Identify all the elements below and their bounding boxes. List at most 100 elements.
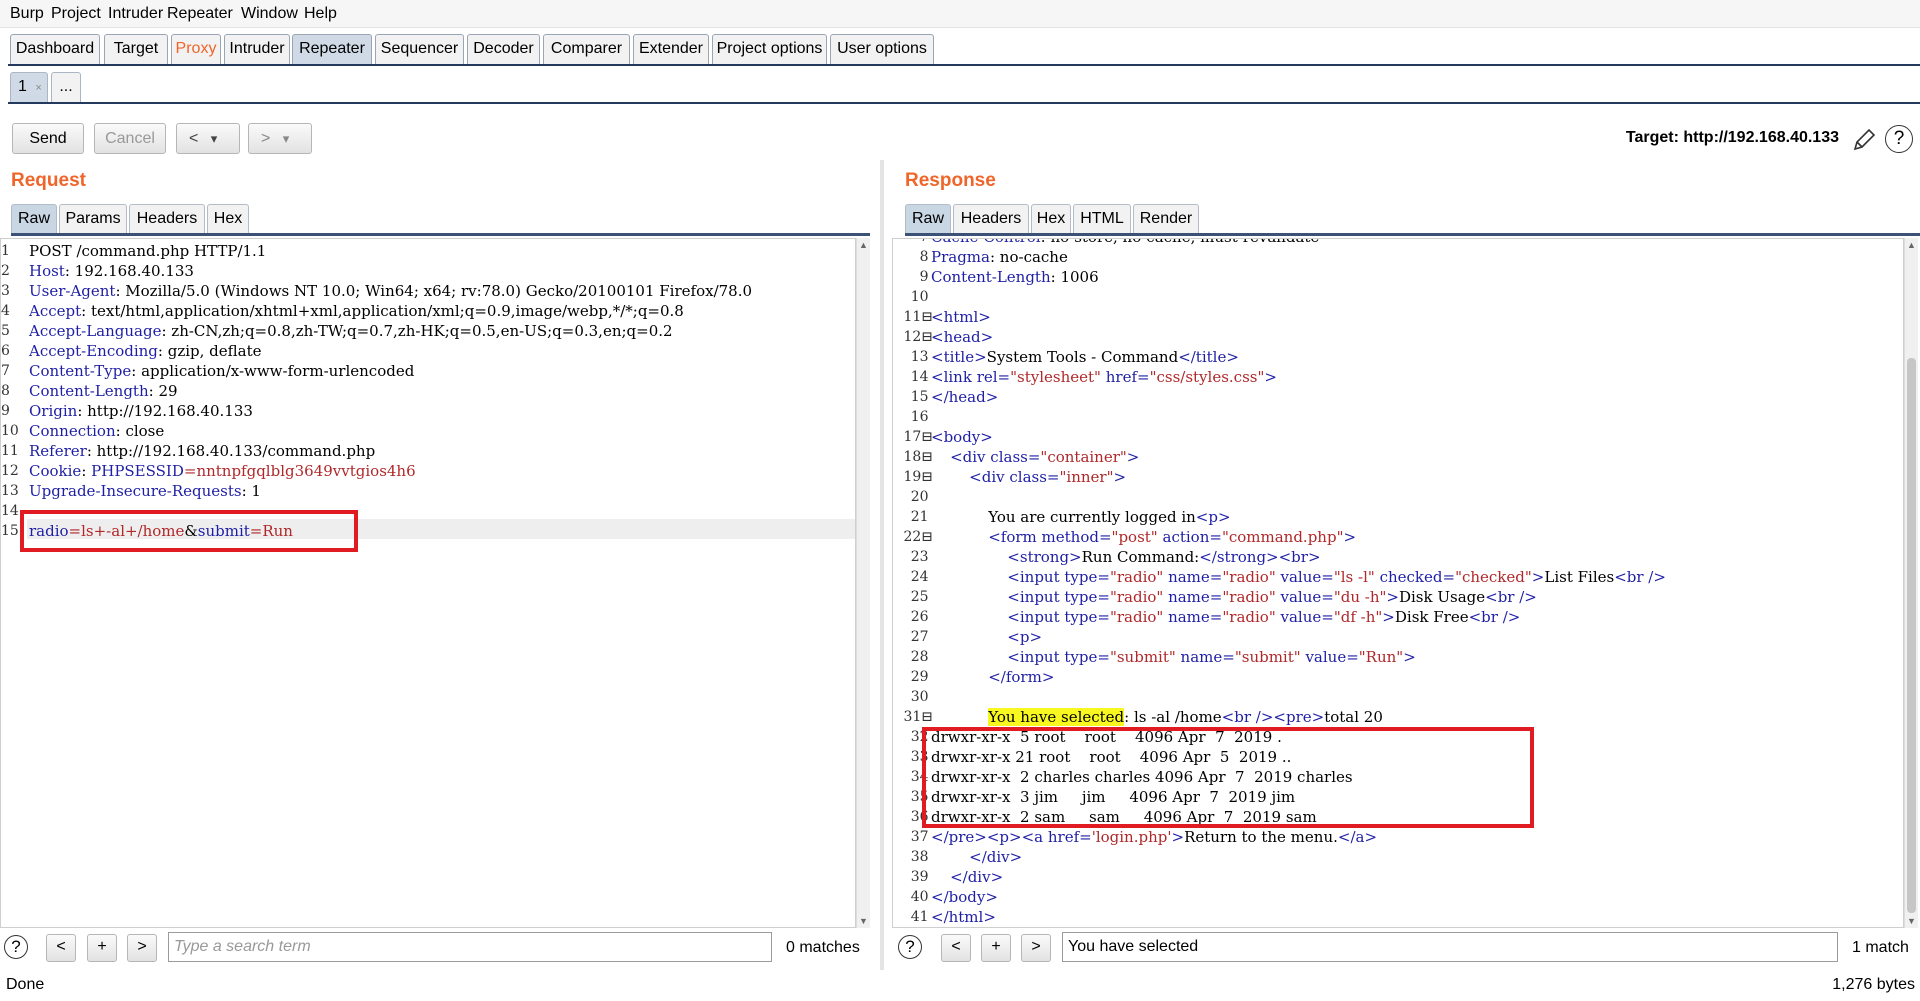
response-tab-headers[interactable]: Headers	[953, 204, 1029, 234]
chevron-down-icon[interactable]: ▾	[283, 131, 290, 146]
code-token: value	[1280, 568, 1322, 586]
code-token: Return to the menu.	[1184, 828, 1338, 846]
response-highlight-box	[922, 727, 1534, 828]
menu-help[interactable]: Help	[304, 5, 337, 23]
scroll-up-icon[interactable]: ▲	[859, 240, 868, 250]
response-tab-render[interactable]: Render	[1133, 204, 1199, 234]
request-tab-underline	[11, 233, 870, 236]
request-search-prev-button[interactable]: <	[46, 934, 76, 962]
request-editor[interactable]: 1 2 3 4 5 6 7 8 9 10 11 12 13 14 15 POST /command.php …	[0, 238, 856, 928]
tab-sequencer[interactable]: Sequencer	[375, 34, 464, 64]
tab-intruder[interactable]: Intruder	[224, 34, 290, 64]
tab-dashboard[interactable]: Dashboard	[10, 34, 100, 64]
repeater-tab-1[interactable]: 1 ×	[10, 72, 48, 102]
line-number: 5	[1, 323, 10, 339]
line-number: 23	[910, 549, 933, 565]
back-button[interactable]: < ▾	[176, 123, 240, 154]
line-number: 6	[1, 343, 10, 359]
code-line: Accept-Encoding: gzip, deflate	[29, 341, 752, 361]
code-token: value	[1280, 588, 1322, 606]
pane-divider[interactable]	[880, 160, 884, 970]
code-token: href	[1105, 368, 1137, 386]
code-token: "radio"	[1222, 568, 1276, 586]
response-tab-hex[interactable]: Hex	[1031, 204, 1071, 234]
request-help-icon[interactable]: ?	[4, 935, 28, 959]
response-title: Response	[905, 170, 996, 191]
menu-window[interactable]: Window	[241, 5, 298, 23]
code-line: <form method="post" action="command.php"…	[931, 527, 1666, 547]
request-tab-hex[interactable]: Hex	[207, 204, 249, 234]
request-search-add-button[interactable]: +	[87, 934, 117, 962]
menu-repeater[interactable]: Repeater	[167, 5, 233, 23]
close-icon[interactable]: ×	[35, 82, 41, 94]
line-number: 22⊟	[903, 529, 933, 545]
code-token: "radio"	[1222, 588, 1276, 606]
tab-target[interactable]: Target	[104, 34, 168, 64]
response-search-prev-button[interactable]: <	[941, 934, 971, 962]
code-line: Accept: text/html,application/xhtml+xml,…	[29, 301, 752, 321]
code-token: <title>	[931, 348, 987, 366]
tab-comparer[interactable]: Comparer	[543, 34, 630, 64]
line-number: 11⊟	[903, 309, 933, 325]
tab-project-options[interactable]: Project options	[712, 34, 827, 64]
code-line: </body>	[931, 887, 1666, 907]
edit-target-icon[interactable]	[1851, 127, 1877, 153]
code-token: </div>	[950, 868, 1004, 886]
code-token: </strong><br>	[1199, 548, 1321, 566]
cancel-button[interactable]: Cancel	[94, 123, 166, 154]
request-tab-raw[interactable]: Raw	[11, 204, 57, 234]
tab-proxy[interactable]: Proxy	[171, 34, 221, 64]
chevron-down-icon[interactable]: ▾	[211, 131, 218, 146]
code-token: checked	[1379, 568, 1443, 586]
forward-button[interactable]: > ▾	[248, 123, 312, 154]
code-token: : gzip, deflate	[157, 342, 262, 360]
scroll-up-icon[interactable]: ▲	[1907, 240, 1916, 250]
scroll-down-icon[interactable]: ▼	[1907, 916, 1916, 926]
send-button[interactable]: Send	[12, 123, 84, 154]
request-code[interactable]: POST /command.php HTTP/1.1 Host: 192.168.…	[29, 241, 752, 541]
new-tab-button[interactable]: ...	[51, 72, 81, 102]
menu-bar: Burp Project Intruder Repeater Window He…	[0, 0, 1920, 28]
response-tab-raw[interactable]: Raw	[905, 204, 951, 234]
request-search-input[interactable]: Type a search term	[168, 932, 772, 962]
code-line: <div class="container">	[931, 447, 1666, 467]
line-number: 4	[1, 303, 10, 319]
help-icon[interactable]: ?	[1885, 125, 1913, 153]
tab-repeater[interactable]: Repeater	[292, 34, 372, 64]
code-token: "submit"	[1234, 648, 1301, 666]
request-scrollbar[interactable]: ▲ ▼	[856, 238, 870, 928]
response-search-add-button[interactable]: +	[981, 934, 1011, 962]
code-token: type	[1064, 608, 1098, 626]
code-token: Accept-Language	[29, 322, 162, 340]
request-tab-params[interactable]: Params	[59, 204, 127, 234]
code-line: Content-Type: application/x-www-form-url…	[29, 361, 752, 381]
response-tab-html[interactable]: HTML	[1073, 204, 1131, 234]
request-tab-headers[interactable]: Headers	[129, 204, 205, 234]
menu-burp[interactable]: Burp	[10, 5, 44, 23]
code-token: >	[1171, 828, 1185, 846]
tab-decoder[interactable]: Decoder	[467, 34, 540, 64]
code-token: <div	[950, 448, 991, 466]
code-token: : application/x-www-form-urlencoded	[131, 362, 415, 380]
tab-extender[interactable]: Extender	[633, 34, 709, 64]
response-scroll-thumb[interactable]	[1907, 358, 1916, 913]
line-number: 20	[910, 489, 933, 505]
response-help-icon[interactable]: ?	[898, 935, 922, 959]
code-token: "radio"	[1222, 608, 1276, 626]
request-search-next-button[interactable]: >	[127, 934, 157, 962]
response-scrollbar[interactable]: ▲ ▼	[1904, 238, 1918, 928]
menu-project[interactable]: Project	[51, 5, 101, 23]
tab-separator	[8, 64, 1920, 66]
code-token: <head>	[931, 328, 994, 346]
tab-user-options[interactable]: User options	[830, 34, 934, 64]
code-token: : close	[115, 422, 165, 440]
line-number: 29	[910, 669, 933, 685]
response-match-count: 1 match	[1852, 939, 1909, 956]
code-token: 'login.php'	[1091, 828, 1172, 846]
scroll-down-icon[interactable]: ▼	[859, 916, 868, 926]
response-search-input[interactable]: You have selected	[1062, 932, 1838, 962]
menu-intruder[interactable]: Intruder	[108, 5, 163, 23]
response-search-next-button[interactable]: >	[1021, 934, 1051, 962]
